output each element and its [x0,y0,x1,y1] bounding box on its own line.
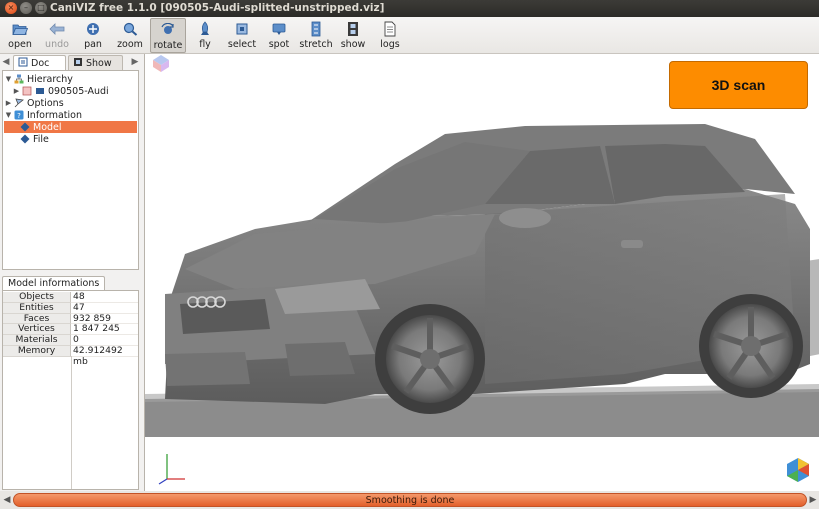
main-toolbar: open undo pan zoom rotate fly select spo… [0,17,819,54]
stretch-button[interactable]: stretch [298,18,334,53]
zoom-icon [121,20,139,38]
stretch-icon [307,20,325,38]
select-label: select [227,39,257,50]
tree-label: File [33,133,49,145]
fly-label: fly [199,39,211,50]
filmstrip-icon [344,20,362,38]
rotate-label: rotate [153,40,183,51]
stretch-label: stretch [299,39,333,50]
tree-item-model[interactable]: Model [4,121,137,133]
object-icon [34,86,45,96]
door-handle [621,240,643,248]
zoom-button[interactable]: zoom [114,18,146,53]
tree-item-file[interactable]: File [19,133,49,145]
information-icon: ? [13,110,24,120]
view-cube-icon[interactable] [153,55,169,72]
filmstrip-icon [73,57,83,70]
side-mirror [499,208,551,228]
collapse-arrow-icon[interactable]: ▶ [12,87,21,95]
status-scroll-right-icon[interactable]: ▶ [808,494,818,506]
caniviz-logo-icon [787,458,809,482]
status-message: Smoothing is done [365,494,455,506]
spot-icon [270,20,288,38]
hierarchy-icon [13,74,24,84]
tree-item-090505-audi[interactable]: ▶ 090505-Audi [12,85,109,97]
rotate-button[interactable]: rotate [150,18,186,53]
scan-render [145,55,819,485]
open-button[interactable]: open [3,18,37,53]
tree-label: Hierarchy [27,73,73,85]
model-file-icon [21,86,32,96]
logs-label: logs [380,39,400,50]
tree-label: Model [33,121,62,133]
table-row: Entities 47 [3,302,138,314]
maximize-window-button[interactable]: □ [35,2,47,14]
minimize-window-button[interactable]: – [20,2,32,14]
spot-label: spot [268,39,290,50]
fly-button[interactable]: fly [192,18,218,53]
collapse-arrow-icon[interactable]: ▶ [4,99,13,107]
pan-button[interactable]: pan [78,18,108,53]
tab-doc[interactable]: Doc [13,55,66,70]
tab-scroll-left-icon[interactable]: ◀ [1,56,11,68]
pan-label: pan [84,39,102,50]
tree-label: Information [27,109,82,121]
pan-hand-icon [84,20,102,38]
document-tree: ▼ Hierarchy ▶ 090505-Audi ▶ Options ▼ ? … [2,70,139,270]
show-button[interactable]: show [339,18,367,53]
axis-gizmo-icon [158,454,185,485]
select-button[interactable]: select [225,18,259,53]
info-key: Memory [3,345,71,357]
expand-arrow-icon[interactable]: ▼ [4,75,13,83]
open-label: open [8,39,32,50]
diamond-icon [19,122,30,132]
info-key: Entities [3,302,71,314]
logs-document-icon [381,20,399,38]
show-label: show [340,39,366,50]
tree-item-hierarchy[interactable]: ▼ Hierarchy [4,73,73,85]
rotate-icon [159,21,177,39]
open-folder-icon [11,20,29,38]
tree-item-options[interactable]: ▶ Options [4,97,64,109]
select-icon [233,20,251,38]
undo-arrow-icon [48,20,66,38]
zoom-label: zoom [117,39,143,50]
info-value: 42.912492 mb [71,345,138,367]
tree-item-information[interactable]: ▼ ? Information [4,109,82,121]
tab-show-label: Show [86,57,112,69]
info-value: 47 [71,302,138,314]
doc-icon [18,57,28,70]
tab-show[interactable]: Show [68,55,123,70]
tab-scroll-right-icon[interactable]: ▶ [130,56,140,68]
status-progress-bar: Smoothing is done [13,493,807,507]
column-divider [71,356,72,489]
3d-scan-button[interactable]: 3D scan [669,61,808,109]
logs-button[interactable]: logs [376,18,404,53]
model-info-table: Objects 48 Entities 47 Faces 932 859 Ver… [2,290,139,490]
tree-label: Options [27,97,64,109]
undo-label: undo [45,39,69,50]
expand-arrow-icon[interactable]: ▼ [4,111,13,119]
tab-doc-label: Doc [31,57,50,69]
undo-button[interactable]: undo [41,18,73,53]
rocket-icon [196,20,214,38]
info-value: 1 847 245 [71,324,138,336]
diamond-icon [19,134,30,144]
window-title: CaniVIZ free 1.1.0 [090505-Audi-splitted… [50,2,385,14]
model-informations-tab[interactable]: Model informations [2,276,106,290]
title-bar: × – □ CaniVIZ free 1.1.0 [090505-Audi-sp… [0,0,819,17]
tree-label: 090505-Audi [48,85,109,97]
3d-viewport[interactable]: 3D scan [144,54,819,491]
status-bar: ◀ Smoothing is done ▶ [0,491,819,509]
panel-tab-bar: ◀ Doc Show ▶ [0,54,143,70]
spot-button[interactable]: spot [266,18,292,53]
options-icon [13,98,24,108]
left-panel: ◀ Doc Show ▶ ▼ Hierarchy ▶ 090505-Audi ▶… [0,54,143,491]
close-window-button[interactable]: × [5,2,17,14]
svg-text:?: ? [17,112,21,120]
status-scroll-left-icon[interactable]: ◀ [2,494,12,506]
